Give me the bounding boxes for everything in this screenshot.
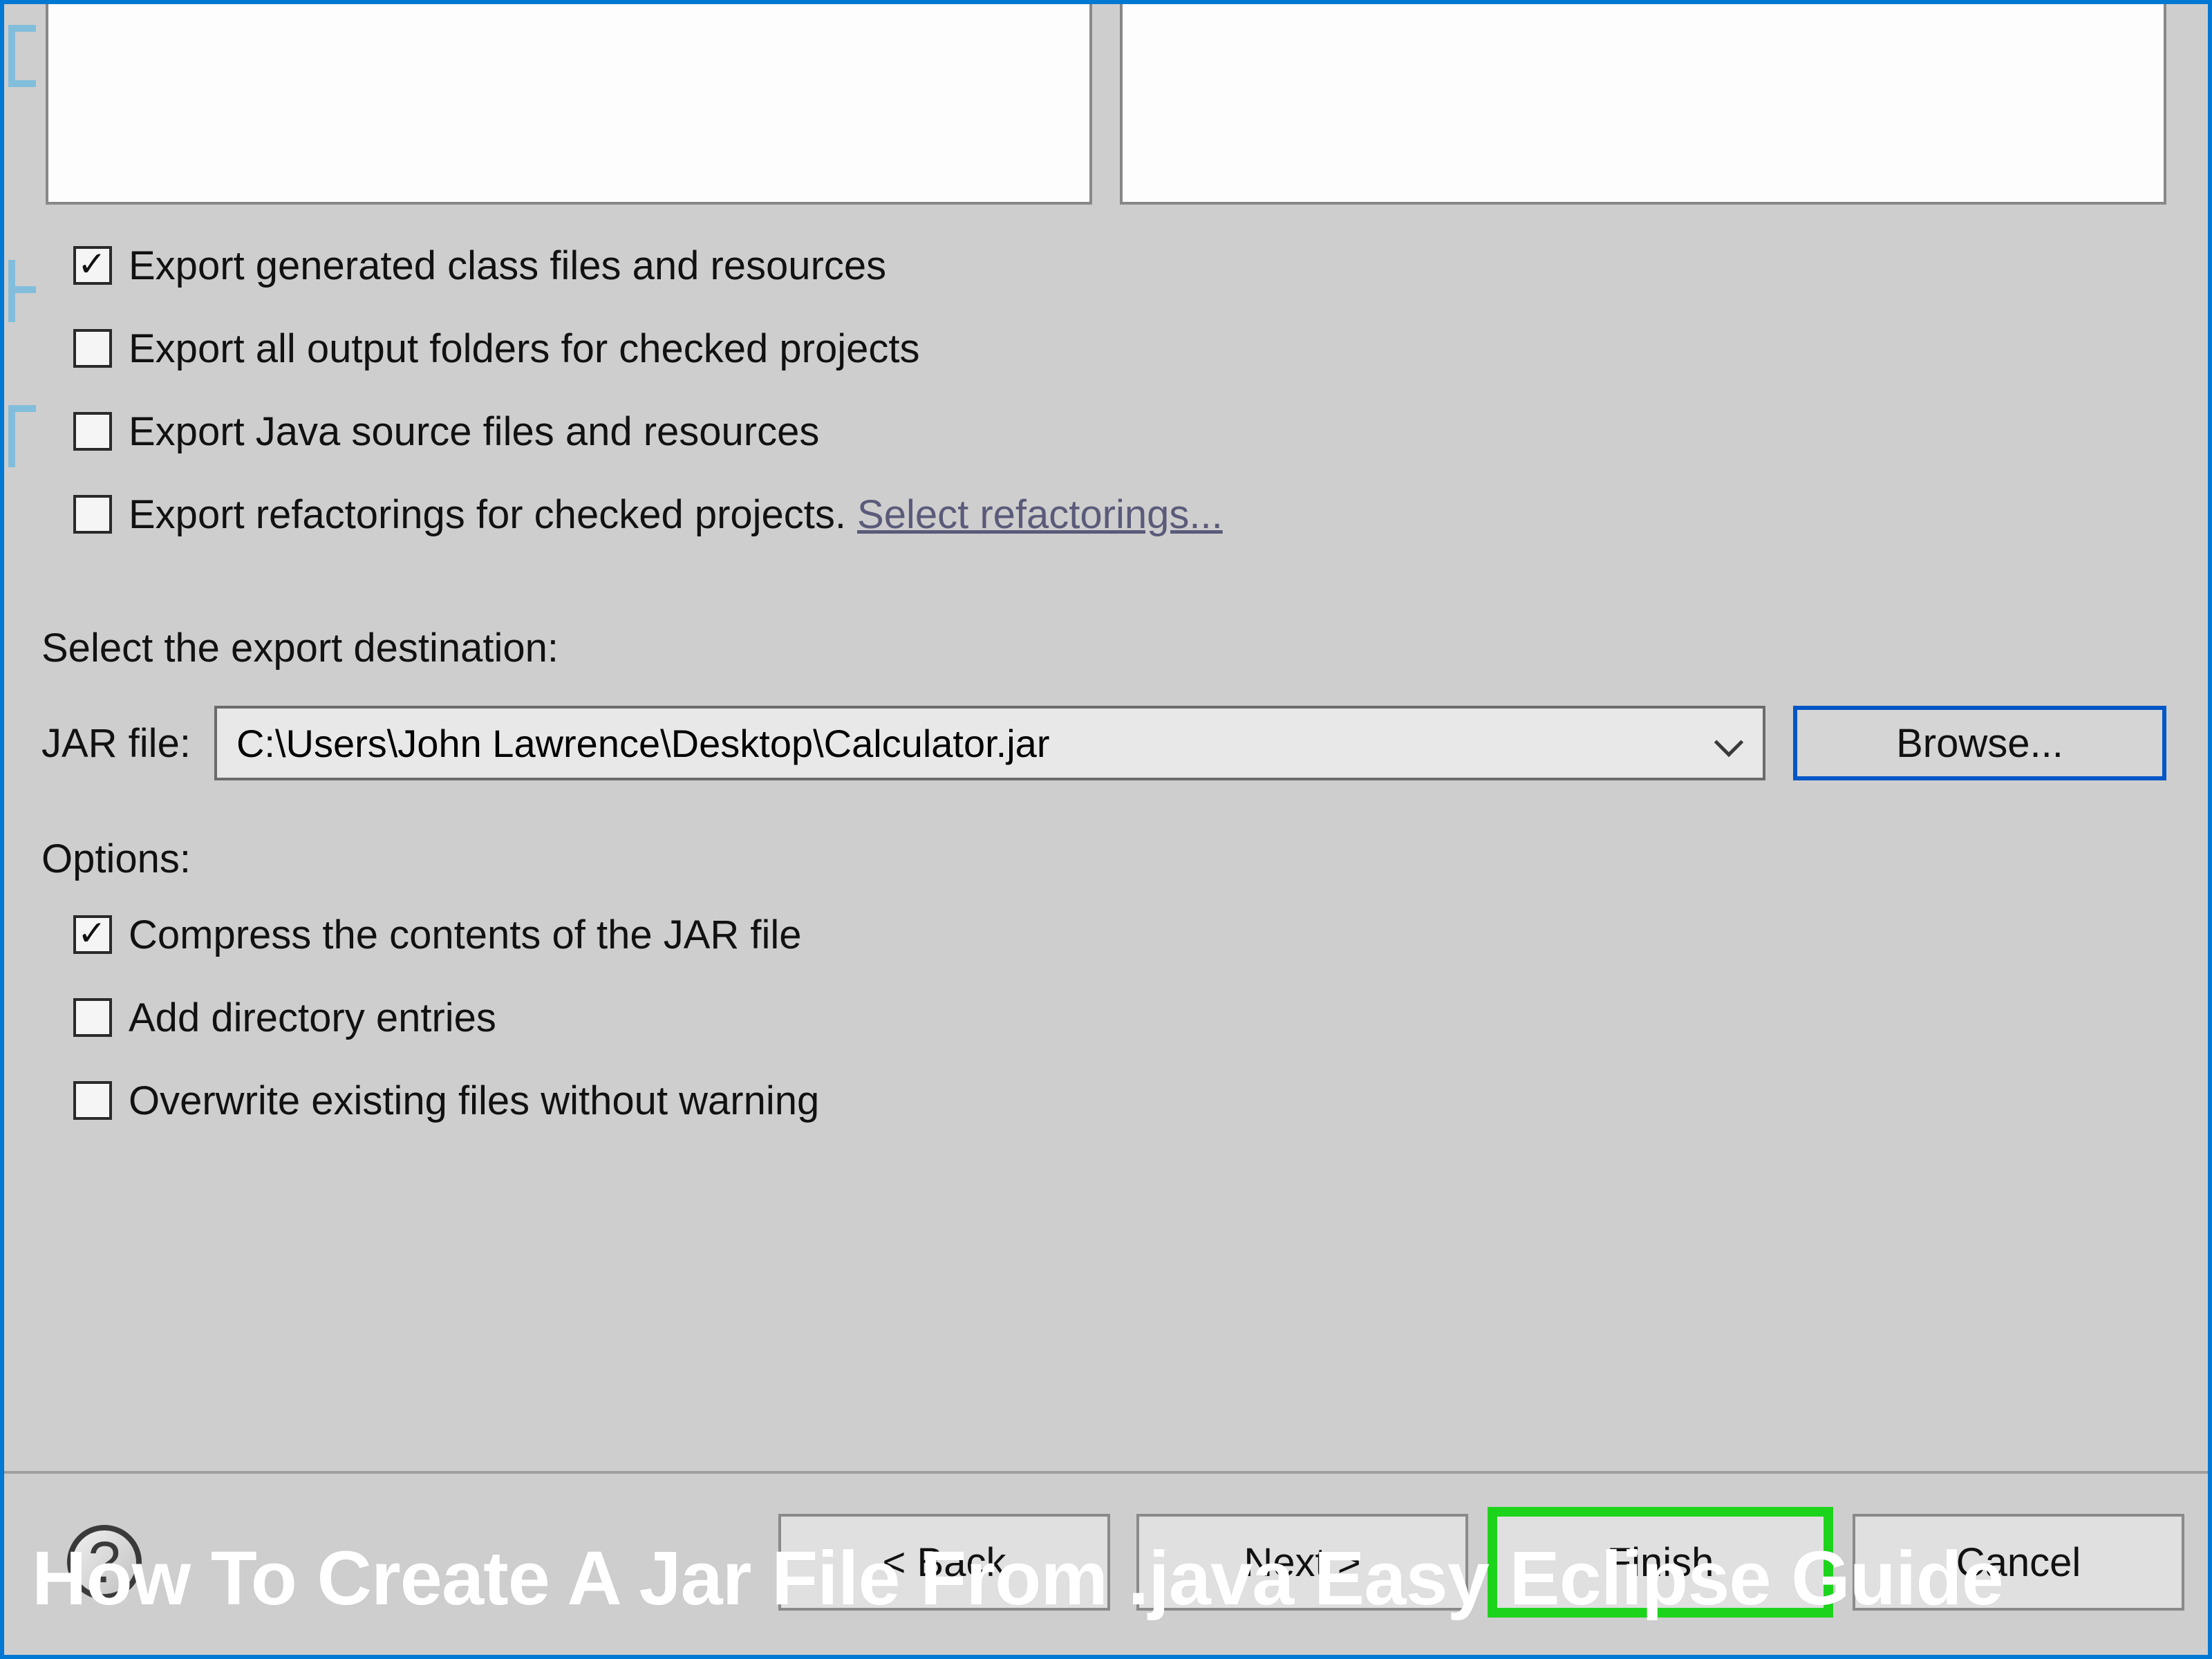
checkbox-export-source-files[interactable]: Export Java source files and resources xyxy=(73,390,2139,473)
help-icon[interactable]: ? xyxy=(59,1517,149,1607)
finish-button-label: Finish xyxy=(1607,1539,1714,1586)
next-button[interactable]: Next > xyxy=(1136,1514,1468,1611)
checkbox-icon[interactable] xyxy=(73,495,112,534)
checkbox-icon[interactable] xyxy=(73,412,112,451)
jar-file-label: JAR file: xyxy=(41,720,191,767)
checkbox-label: Add directory entries xyxy=(129,995,496,1041)
destination-section-label: Select the export destination: xyxy=(4,625,2208,671)
checkbox-label: Export refactorings for checked projects… xyxy=(129,491,846,538)
finish-button[interactable]: Finish xyxy=(1494,1514,1826,1611)
checkbox-icon[interactable] xyxy=(73,1081,112,1120)
checkbox-icon[interactable] xyxy=(73,329,112,368)
resource-tree-right[interactable] xyxy=(1120,4,2166,205)
checkbox-export-class-files[interactable]: Export generated class files and resourc… xyxy=(73,224,2139,307)
checkbox-label: Export Java source files and resources xyxy=(129,409,819,455)
checkbox-icon[interactable] xyxy=(73,915,112,954)
top-list-area xyxy=(4,4,2208,205)
wizard-footer: ? < Back Next > Finish Cancel xyxy=(4,1471,2208,1651)
options-checkbox-group: Compress the contents of the JAR file Ad… xyxy=(4,882,2208,1156)
help-circle-icon: ? xyxy=(67,1525,142,1600)
checkbox-compress-jar[interactable]: Compress the contents of the JAR file xyxy=(73,893,2139,976)
jar-file-value: C:\Users\John Lawrence\Desktop\Calculato… xyxy=(236,721,1050,766)
chevron-down-icon xyxy=(1714,728,1743,757)
checkbox-add-directory-entries[interactable]: Add directory entries xyxy=(73,976,2139,1059)
options-section-label: Options: xyxy=(4,836,2208,882)
export-checkbox-group: Export generated class files and resourc… xyxy=(4,205,2208,570)
checkbox-export-output-folders[interactable]: Export all output folders for checked pr… xyxy=(73,307,2139,390)
cancel-button[interactable]: Cancel xyxy=(1853,1514,2184,1611)
cancel-button-label: Cancel xyxy=(1956,1539,2081,1586)
checkbox-icon[interactable] xyxy=(73,246,112,285)
checkbox-icon[interactable] xyxy=(73,998,112,1037)
checkbox-label: Overwrite existing files without warning xyxy=(129,1078,819,1124)
browse-button-label: Browse... xyxy=(1896,720,2063,767)
select-refactorings-link[interactable]: Select refactorings... xyxy=(857,491,1223,538)
checkbox-export-refactorings[interactable]: Export refactorings for checked projects… xyxy=(73,473,2139,556)
jar-destination-row: JAR file: C:\Users\John Lawrence\Desktop… xyxy=(4,706,2208,780)
jar-file-combo[interactable]: C:\Users\John Lawrence\Desktop\Calculato… xyxy=(214,706,1765,780)
checkbox-label: Export generated class files and resourc… xyxy=(129,243,886,289)
checkbox-overwrite-existing[interactable]: Overwrite existing files without warning xyxy=(73,1059,2139,1142)
back-button[interactable]: < Back xyxy=(778,1514,1110,1611)
resource-tree-left[interactable] xyxy=(46,4,1092,205)
checkbox-label: Export all output folders for checked pr… xyxy=(129,326,919,372)
next-button-label: Next > xyxy=(1244,1539,1360,1586)
browse-button[interactable]: Browse... xyxy=(1793,706,2166,780)
back-button-label: < Back xyxy=(883,1539,1006,1586)
checkbox-label: Compress the contents of the JAR file xyxy=(129,912,802,958)
